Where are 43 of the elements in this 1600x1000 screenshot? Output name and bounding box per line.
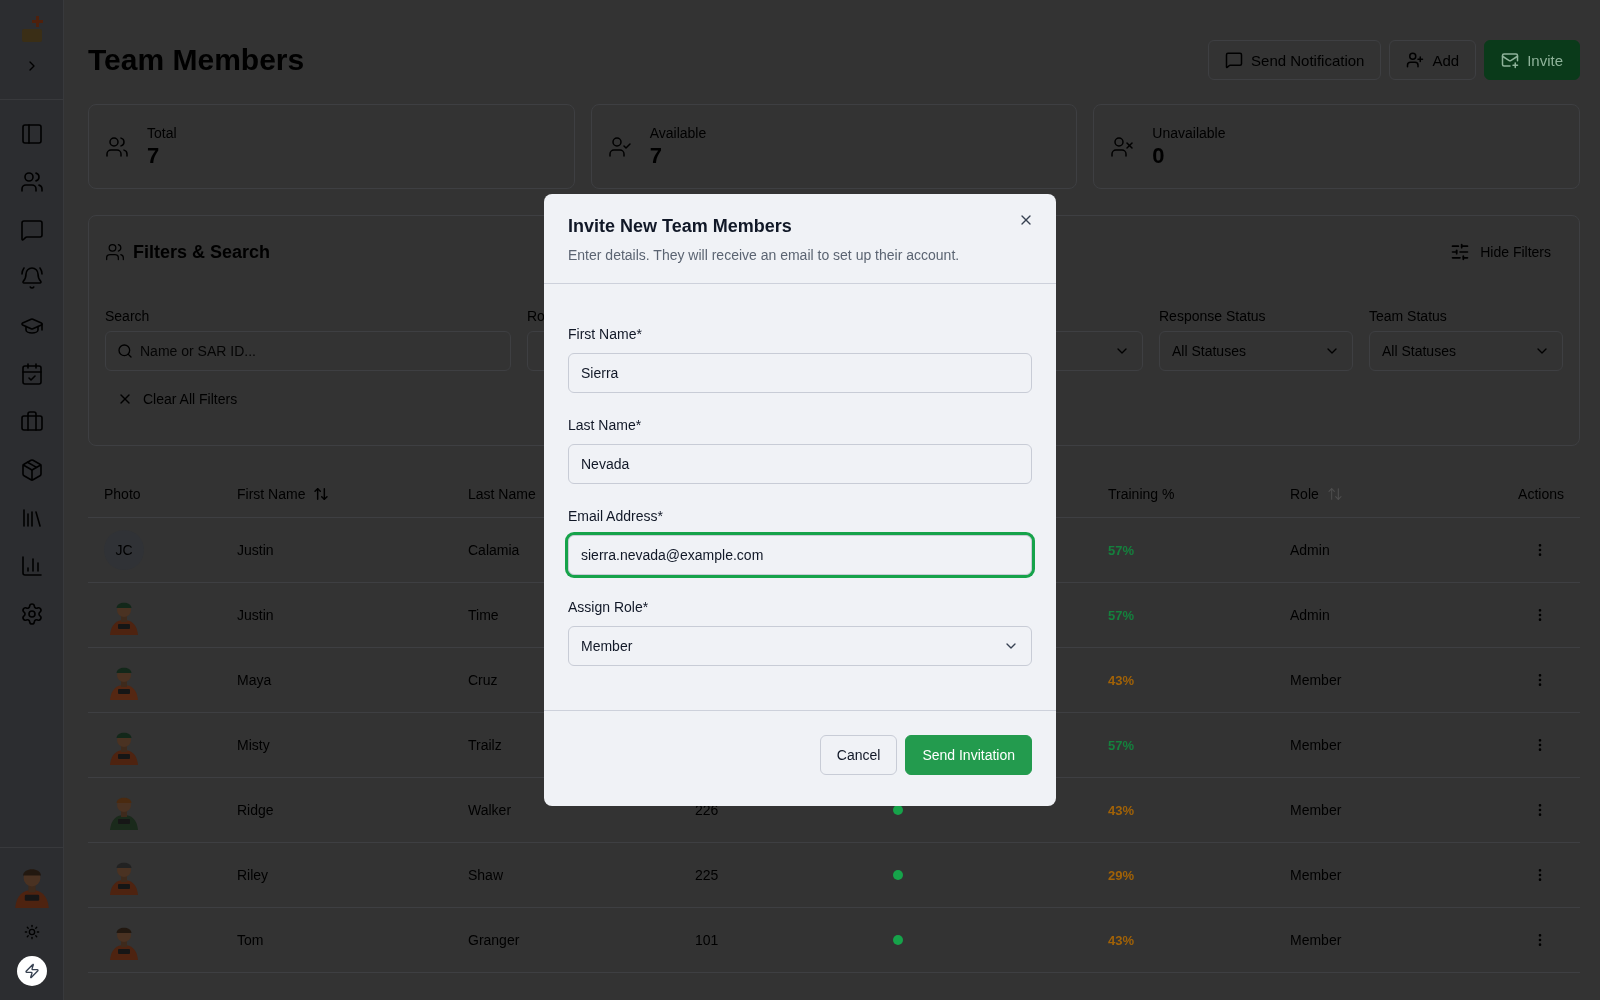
training-percent: 57%: [1108, 542, 1135, 558]
header-button[interactable]: Invite: [1484, 40, 1580, 80]
settings-icon[interactable]: [19, 602, 44, 626]
users-icon[interactable]: [19, 170, 44, 194]
dialog-button[interactable]: Send Invitation: [905, 734, 1032, 775]
dialog-subtitle: Enter details. They will receive an email to set up their account.: [568, 247, 961, 263]
field-label: Email Address*: [568, 508, 663, 524]
training-percent: 43%: [1108, 802, 1135, 818]
sort-icon[interactable]: [1326, 485, 1343, 502]
field-label: First Name*: [568, 326, 642, 342]
sun-icon[interactable]: [23, 924, 40, 940]
training-percent: 29%: [1108, 867, 1135, 883]
text-field[interactable]: sierra.nevada@example.com: [568, 535, 1032, 575]
user-check-icon: [607, 134, 632, 159]
briefcase-icon[interactable]: [19, 410, 44, 434]
sort-icon[interactable]: [313, 485, 330, 502]
training-percent: 43%: [1108, 932, 1135, 948]
mail-icon: [1501, 51, 1520, 69]
lightning-icon: [23, 963, 40, 979]
logo-icon[interactable]: [19, 16, 44, 44]
dialog-button[interactable]: Cancel: [819, 734, 898, 775]
bell-icon[interactable]: [19, 266, 44, 290]
field-label: Assign Role*: [568, 599, 649, 615]
add-user-icon: [1406, 51, 1425, 69]
package-icon[interactable]: [19, 458, 44, 482]
panel-icon[interactable]: [19, 122, 44, 146]
text-field[interactable]: Nevada: [568, 444, 1032, 484]
users-icon: [105, 242, 125, 262]
chat-icon: [1225, 51, 1244, 69]
training-percent: 57%: [1108, 737, 1135, 753]
field-label: Last Name*: [568, 417, 642, 433]
lightning-button[interactable]: [16, 956, 47, 986]
role-select[interactable]: Member: [568, 626, 1032, 666]
calendar-icon[interactable]: [19, 362, 44, 386]
sliders-icon: [1450, 242, 1471, 262]
users-icon: [105, 134, 129, 159]
chat-icon[interactable]: [19, 218, 44, 242]
training-percent: 43%: [1108, 672, 1135, 688]
text-field[interactable]: Sierra: [568, 353, 1032, 393]
dialog-title: Invite New Team Members: [568, 216, 793, 237]
user-x-icon: [1110, 134, 1135, 159]
bar-chart-icon[interactable]: [19, 554, 44, 578]
training-percent: 57%: [1108, 607, 1135, 623]
